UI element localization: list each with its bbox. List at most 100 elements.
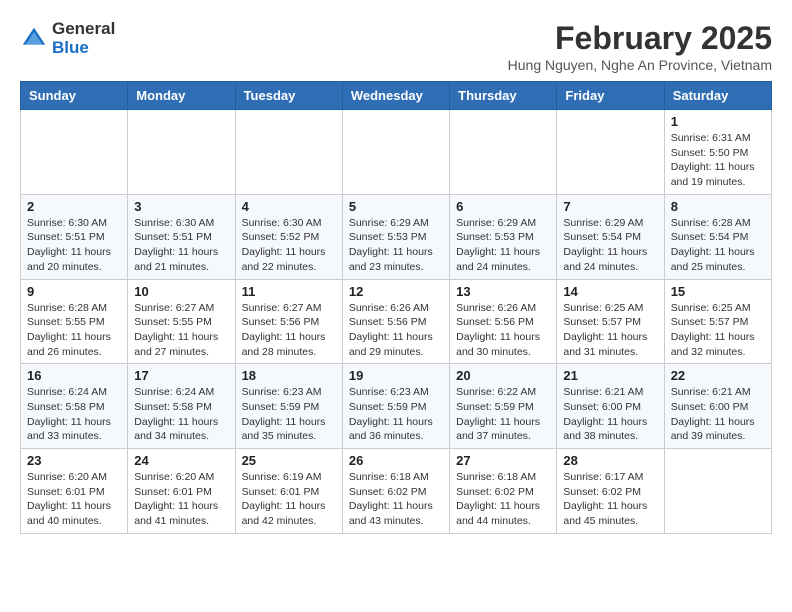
day-info: Sunrise: 6:30 AM Sunset: 5:51 PM Dayligh… [134,216,228,275]
day-number: 14 [563,284,657,299]
calendar-cell-w1-d3 [235,110,342,195]
day-number: 11 [242,284,336,299]
col-sunday: Sunday [21,82,128,110]
day-info: Sunrise: 6:18 AM Sunset: 6:02 PM Dayligh… [349,470,443,529]
day-info: Sunrise: 6:26 AM Sunset: 5:56 PM Dayligh… [349,301,443,360]
page-header: General Blue February 2025 Hung Nguyen, … [20,20,772,73]
calendar-cell-w1-d6 [557,110,664,195]
calendar-cell-w3-d6: 14Sunrise: 6:25 AM Sunset: 5:57 PM Dayli… [557,279,664,364]
day-number: 24 [134,453,228,468]
calendar-week-4: 16 Sunrise: 6:24 AM Sunset: 5:58 PM Dayli… [21,364,772,449]
calendar-cell-w2-d7: 8Sunrise: 6:28 AM Sunset: 5:54 PM Daylig… [664,194,771,279]
calendar-cell-w4-d4: 19 Sunrise: 6:23 AM Sunset: 5:59 PM Dayli… [342,364,449,449]
calendar-cell-w1-d4 [342,110,449,195]
day-info: Sunrise: 6:22 AM Sunset: 5:59 PM Dayligh… [456,385,550,444]
calendar-cell-w2-d6: 7 Sunrise: 6:29 AM Sunset: 5:54 PM Daylig… [557,194,664,279]
day-number: 22 [671,368,765,383]
calendar-cell-w2-d5: 6Sunrise: 6:29 AM Sunset: 5:53 PM Daylig… [450,194,557,279]
day-number: 2 [27,199,121,214]
day-number: 25 [242,453,336,468]
day-info: Sunrise: 6:21 AM Sunset: 6:00 PM Dayligh… [563,385,657,444]
calendar-cell-w1-d1 [21,110,128,195]
logo: General Blue [20,20,115,57]
calendar-cell-w3-d7: 15 Sunrise: 6:25 AM Sunset: 5:57 PM Dayli… [664,279,771,364]
calendar-cell-w1-d5 [450,110,557,195]
calendar-cell-w4-d5: 20 Sunrise: 6:22 AM Sunset: 5:59 PM Dayli… [450,364,557,449]
calendar-cell-w4-d3: 18 Sunrise: 6:23 AM Sunset: 5:59 PM Dayli… [235,364,342,449]
calendar-cell-w2-d1: 2 Sunrise: 6:30 AM Sunset: 5:51 PM Daylig… [21,194,128,279]
calendar-cell-w2-d2: 3 Sunrise: 6:30 AM Sunset: 5:51 PM Daylig… [128,194,235,279]
calendar-cell-w1-d7: 1 Sunrise: 6:31 AM Sunset: 5:50 PM Daylig… [664,110,771,195]
title-block: February 2025 Hung Nguyen, Nghe An Provi… [508,20,772,73]
day-number: 16 [27,368,121,383]
logo-icon [20,25,48,53]
day-info: Sunrise: 6:18 AM Sunset: 6:02 PM Dayligh… [456,470,550,529]
logo-blue: Blue [52,39,115,58]
day-info: Sunrise: 6:28 AM Sunset: 5:55 PM Dayligh… [27,301,121,360]
calendar-cell-w4-d2: 17Sunrise: 6:24 AM Sunset: 5:58 PM Dayli… [128,364,235,449]
day-number: 6 [456,199,550,214]
calendar-cell-w3-d5: 13Sunrise: 6:26 AM Sunset: 5:56 PM Dayli… [450,279,557,364]
calendar-week-1: 1 Sunrise: 6:31 AM Sunset: 5:50 PM Daylig… [21,110,772,195]
calendar-week-2: 2 Sunrise: 6:30 AM Sunset: 5:51 PM Daylig… [21,194,772,279]
month-year-title: February 2025 [508,20,772,57]
day-info: Sunrise: 6:30 AM Sunset: 5:52 PM Dayligh… [242,216,336,275]
day-number: 3 [134,199,228,214]
col-tuesday: Tuesday [235,82,342,110]
calendar-cell-w2-d3: 4 Sunrise: 6:30 AM Sunset: 5:52 PM Daylig… [235,194,342,279]
col-wednesday: Wednesday [342,82,449,110]
day-number: 9 [27,284,121,299]
day-info: Sunrise: 6:23 AM Sunset: 5:59 PM Dayligh… [242,385,336,444]
calendar-cell-w3-d4: 12 Sunrise: 6:26 AM Sunset: 5:56 PM Dayli… [342,279,449,364]
day-number: 15 [671,284,765,299]
calendar-cell-w3-d2: 10 Sunrise: 6:27 AM Sunset: 5:55 PM Dayli… [128,279,235,364]
calendar-cell-w2-d4: 5Sunrise: 6:29 AM Sunset: 5:53 PM Daylig… [342,194,449,279]
day-info: Sunrise: 6:20 AM Sunset: 6:01 PM Dayligh… [134,470,228,529]
day-number: 27 [456,453,550,468]
day-info: Sunrise: 6:21 AM Sunset: 6:00 PM Dayligh… [671,385,765,444]
calendar-cell-w5-d2: 24 Sunrise: 6:20 AM Sunset: 6:01 PM Dayli… [128,449,235,534]
day-number: 19 [349,368,443,383]
day-info: Sunrise: 6:17 AM Sunset: 6:02 PM Dayligh… [563,470,657,529]
day-info: Sunrise: 6:25 AM Sunset: 5:57 PM Dayligh… [671,301,765,360]
day-info: Sunrise: 6:27 AM Sunset: 5:55 PM Dayligh… [134,301,228,360]
calendar-table: Sunday Monday Tuesday Wednesday Thursday… [20,81,772,534]
location-subtitle: Hung Nguyen, Nghe An Province, Vietnam [508,57,772,73]
col-thursday: Thursday [450,82,557,110]
day-info: Sunrise: 6:30 AM Sunset: 5:51 PM Dayligh… [27,216,121,275]
day-number: 26 [349,453,443,468]
calendar-cell-w3-d1: 9 Sunrise: 6:28 AM Sunset: 5:55 PM Daylig… [21,279,128,364]
day-number: 12 [349,284,443,299]
day-info: Sunrise: 6:19 AM Sunset: 6:01 PM Dayligh… [242,470,336,529]
calendar-header-row: Sunday Monday Tuesday Wednesday Thursday… [21,82,772,110]
day-number: 28 [563,453,657,468]
day-number: 4 [242,199,336,214]
day-info: Sunrise: 6:20 AM Sunset: 6:01 PM Dayligh… [27,470,121,529]
calendar-cell-w4-d7: 22 Sunrise: 6:21 AM Sunset: 6:00 PM Dayli… [664,364,771,449]
day-info: Sunrise: 6:23 AM Sunset: 5:59 PM Dayligh… [349,385,443,444]
day-number: 7 [563,199,657,214]
calendar-week-3: 9 Sunrise: 6:28 AM Sunset: 5:55 PM Daylig… [21,279,772,364]
day-info: Sunrise: 6:27 AM Sunset: 5:56 PM Dayligh… [242,301,336,360]
day-info: Sunrise: 6:29 AM Sunset: 5:54 PM Dayligh… [563,216,657,275]
calendar-cell-w1-d2 [128,110,235,195]
day-number: 20 [456,368,550,383]
day-number: 23 [27,453,121,468]
calendar-cell-w5-d5: 27 Sunrise: 6:18 AM Sunset: 6:02 PM Dayli… [450,449,557,534]
calendar-cell-w5-d6: 28 Sunrise: 6:17 AM Sunset: 6:02 PM Dayli… [557,449,664,534]
day-number: 17 [134,368,228,383]
calendar-cell-w5-d3: 25 Sunrise: 6:19 AM Sunset: 6:01 PM Dayli… [235,449,342,534]
calendar-cell-w5-d1: 23 Sunrise: 6:20 AM Sunset: 6:01 PM Dayli… [21,449,128,534]
day-number: 13 [456,284,550,299]
day-number: 21 [563,368,657,383]
calendar-week-5: 23 Sunrise: 6:20 AM Sunset: 6:01 PM Dayli… [21,449,772,534]
col-friday: Friday [557,82,664,110]
day-number: 18 [242,368,336,383]
calendar-cell-w3-d3: 11 Sunrise: 6:27 AM Sunset: 5:56 PM Dayli… [235,279,342,364]
day-info: Sunrise: 6:31 AM Sunset: 5:50 PM Dayligh… [671,131,765,190]
calendar-cell-w4-d1: 16 Sunrise: 6:24 AM Sunset: 5:58 PM Dayli… [21,364,128,449]
calendar-cell-w5-d4: 26 Sunrise: 6:18 AM Sunset: 6:02 PM Dayli… [342,449,449,534]
day-number: 10 [134,284,228,299]
day-info: Sunrise: 6:24 AM Sunset: 5:58 PM Dayligh… [27,385,121,444]
day-number: 1 [671,114,765,129]
